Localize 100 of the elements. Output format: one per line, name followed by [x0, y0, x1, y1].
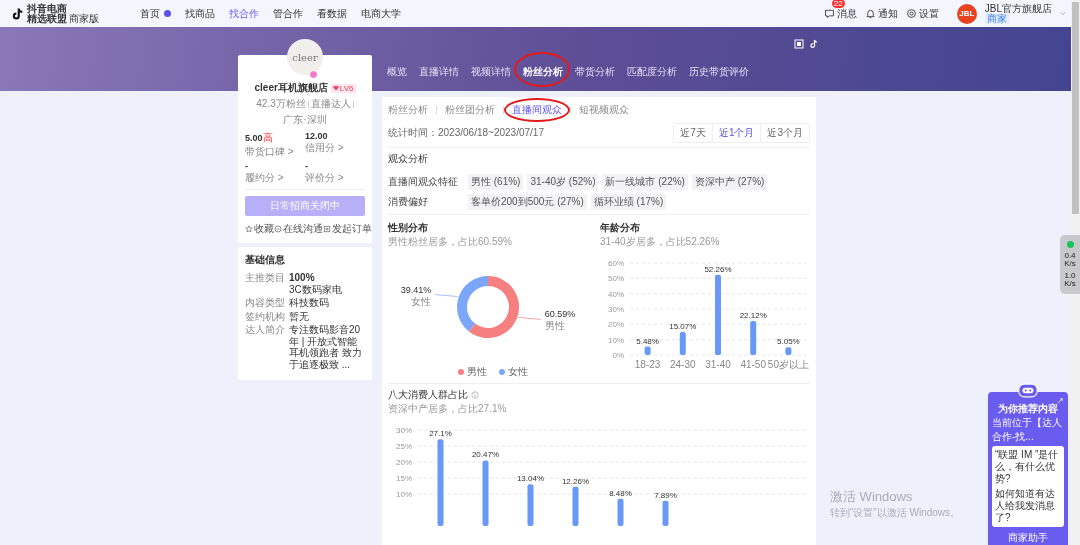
axis-tick: 20% — [396, 458, 412, 467]
notice-label[interactable]: 通知 — [877, 6, 898, 21]
level-badge: LV6 — [330, 83, 356, 93]
assistant-button[interactable]: 商家助手 — [992, 527, 1064, 545]
tab[interactable]: 历史带货评价 — [689, 65, 749, 79]
expand-icon[interactable] — [1057, 398, 1063, 404]
account-avatar[interactable]: JBL — [956, 3, 977, 24]
settings-icon[interactable] — [905, 8, 917, 19]
nav-link[interactable]: 看数据 — [317, 6, 347, 21]
axis-label: 50岁以上 — [767, 359, 809, 370]
tab[interactable]: 概览 — [387, 65, 407, 79]
activation-title: 激活 Windows — [830, 488, 914, 506]
tab[interactable]: 直播详情 — [419, 65, 459, 79]
axis-label: 41-50 — [740, 359, 766, 370]
info-value: 暂无 — [289, 310, 309, 322]
account-name: JBL官方旗舰店 — [984, 3, 1052, 14]
bar-value: 7.89% — [654, 490, 677, 500]
profile-meta: 广东·深圳 — [283, 113, 327, 127]
tab[interactable]: 带货分析 — [575, 65, 615, 79]
axis-label: 24-30 — [670, 359, 696, 370]
action-link[interactable]: 在线沟通 — [274, 222, 323, 236]
tab[interactable]: 视频详情 — [471, 65, 511, 79]
message-icon[interactable] — [823, 8, 835, 19]
info-label: 主推类目 — [245, 272, 285, 285]
assistant-location: 当前位于【达人合作-找... — [992, 416, 1063, 444]
rating-level-text: 高 — [262, 131, 273, 145]
axis-tick: 50% — [608, 274, 624, 284]
info-label: 内容类型 — [245, 297, 285, 309]
tab[interactable]: 匹配度分析 — [627, 65, 677, 79]
settings-label[interactable]: 设置 — [918, 6, 939, 21]
bar-value: 12.26% — [561, 476, 590, 486]
feature-tag: 男性 (61%) — [468, 174, 524, 190]
bar-value: 20.47% — [471, 450, 500, 460]
slice-label: 男性 — [544, 320, 565, 332]
axis-tick: 30% — [608, 305, 624, 314]
nav-link[interactable]: 管合作 — [273, 6, 303, 21]
axis-tick: 30% — [396, 426, 412, 435]
axis-label: 31-40 — [705, 359, 731, 370]
bell-icon[interactable] — [864, 8, 876, 19]
score-label[interactable]: 带货口碑 > — [245, 145, 305, 159]
chart-subtitle: 男性粉丝居多，占比60.59% — [388, 235, 513, 249]
sub-tab[interactable]: 直播间观众 — [512, 103, 562, 117]
feature-tag: 资深中产 (27%) — [691, 174, 768, 190]
speed-reading: 0.4 K/s — [1063, 252, 1077, 268]
question-link[interactable]: 如何知道有达人给我发消息了? — [995, 488, 1061, 524]
axis-tick: 25% — [396, 442, 412, 451]
feature-tag: 新一线城市 (22%) — [602, 174, 688, 190]
profile-meta: 直播达人 — [310, 97, 351, 111]
stats-period: 统计时间：2023/06/18~2023/07/17 — [388, 126, 544, 140]
logo-subtitle: 抖音电商 — [27, 3, 68, 14]
score-value: 5.00 — [245, 133, 263, 143]
axis-tick: 0% — [612, 351, 624, 360]
slice-value: 60.59% — [544, 309, 576, 320]
info-value: 3C数码家电 — [289, 283, 342, 295]
nav-link[interactable]: 找合作 — [229, 6, 259, 21]
score-label[interactable]: 履约分 > — [245, 171, 305, 185]
feature-label: 消费偏好 — [388, 195, 429, 209]
star-icon — [245, 225, 253, 233]
logo-title: 精选联盟 — [27, 13, 67, 24]
music-note-icon[interactable] — [809, 39, 819, 49]
leader-line — [434, 294, 459, 297]
bar-value: 8.48% — [609, 488, 632, 498]
score-label[interactable]: 评价分 > — [305, 171, 365, 185]
action-link[interactable]: 收藏 — [245, 222, 274, 236]
info-label: 达人简介 — [245, 324, 285, 337]
slice-label: 女性 — [411, 295, 432, 307]
messages-label[interactable]: 消息 — [836, 6, 857, 21]
profile-meta: 42.3万粉丝 — [256, 97, 306, 111]
info-value: 100% — [289, 272, 316, 284]
feature-tag: 循环业绩 (17%) — [590, 194, 667, 210]
range-button[interactable]: 近3个月 — [760, 124, 809, 142]
sub-tab[interactable]: 粉丝分析 — [388, 103, 428, 117]
axis-tick: 10% — [608, 335, 624, 345]
nav-link[interactable]: 首页 — [140, 6, 160, 21]
score-label[interactable]: 信用分 > — [305, 141, 365, 155]
sub-tab[interactable]: 短视频观众 — [579, 103, 629, 117]
chart-title: 八大消费人群占比 — [388, 388, 468, 402]
bar-value: 5.05% — [777, 337, 800, 347]
chart-title: 年龄分布 — [600, 221, 641, 235]
legend-label: 男性 — [467, 365, 487, 379]
axis-label: 18-23 — [634, 359, 661, 370]
slice-value: 39.41% — [400, 284, 432, 295]
qr-code-icon[interactable] — [794, 39, 804, 49]
tab[interactable]: 粉丝分析 — [523, 65, 563, 79]
chart-title: 性别分布 — [388, 221, 429, 235]
axis-tick: 10% — [396, 490, 412, 499]
sub-tab[interactable]: 粉丝团分析 — [445, 103, 495, 117]
store-logo: cleer — [287, 39, 323, 75]
notification-count: 22 — [831, 0, 845, 8]
info-label: 签约机构 — [245, 310, 285, 322]
order-icon — [323, 225, 331, 233]
nav-link[interactable]: 电商大学 — [361, 6, 401, 21]
assistant-title: 为你推荐内容 — [997, 402, 1059, 416]
verified-icon — [309, 70, 318, 79]
axis-tick: 20% — [608, 320, 624, 330]
action-link[interactable]: 发起订单 — [323, 222, 372, 236]
question-link[interactable]: “联盟 IM ”是什么，有什么优势? — [995, 449, 1061, 485]
score-value: - — [245, 161, 248, 171]
chat-icon — [274, 225, 282, 233]
nav-link[interactable]: 找商品 — [185, 6, 215, 21]
